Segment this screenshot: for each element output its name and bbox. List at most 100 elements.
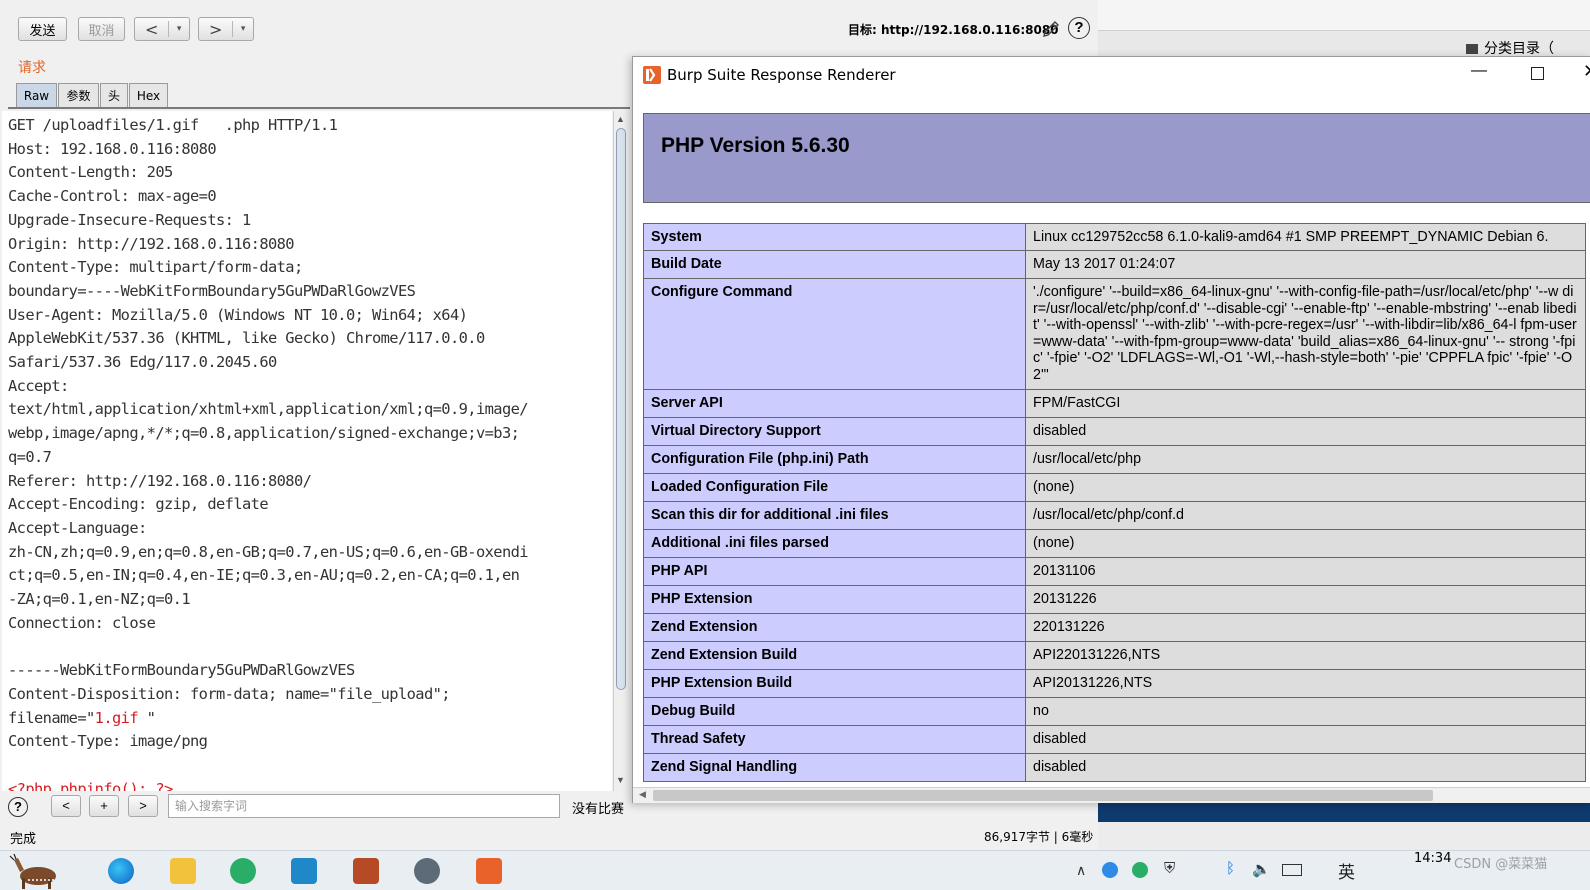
phpinfo-value: no xyxy=(1025,697,1586,726)
phpinfo-header: PHP Version 5.6.30 xyxy=(643,113,1590,203)
phpinfo-row: Build Date May 13 2017 01:24:07 xyxy=(643,250,1586,279)
tab-divider xyxy=(8,107,630,109)
burp-active-taskbar-icon[interactable] xyxy=(476,858,502,884)
request-text: GET /uploadfiles/1.gif .php HTTP/1.1 Hos… xyxy=(8,116,529,727)
tab-raw[interactable]: Raw xyxy=(16,83,57,107)
phpinfo-key: Thread Safety xyxy=(643,725,1026,754)
edit-target-icon[interactable] xyxy=(1040,18,1062,40)
background-statusbar xyxy=(1098,822,1590,850)
burp-taskbar-icon[interactable] xyxy=(353,858,379,884)
tab-params[interactable]: 参数 xyxy=(58,83,99,107)
battery-icon[interactable] xyxy=(1282,864,1302,876)
phpinfo-value: disabled xyxy=(1025,725,1586,754)
phpinfo-row: Zend Extension 220131226 xyxy=(643,613,1586,642)
phpinfo-key: System xyxy=(643,223,1026,251)
renderer-content[interactable]: PHP Version 5.6.30 System Linux cc129752c… xyxy=(633,113,1590,787)
phpinfo-row: Additional .ini files parsed (none) xyxy=(643,529,1586,558)
phpinfo-value: API220131226,NTS xyxy=(1025,641,1586,670)
wechat-tray-icon[interactable] xyxy=(1132,862,1148,878)
cloud-icon[interactable] xyxy=(1102,862,1118,878)
php-version-title: PHP Version 5.6.30 xyxy=(661,134,850,157)
close-icon[interactable]: ✕ xyxy=(1583,61,1590,82)
speaker-icon[interactable]: 🔈 xyxy=(1252,860,1271,878)
phpinfo-row: Loaded Configuration File (none) xyxy=(643,473,1586,502)
edge-browser-icon[interactable] xyxy=(108,858,134,884)
hscroll-thumb[interactable] xyxy=(653,790,1433,801)
search-help-icon[interactable]: ? xyxy=(8,797,28,817)
phpinfo-key: Zend Extension Build xyxy=(643,641,1026,670)
filename-value: 1.gif xyxy=(94,708,147,727)
maximize-icon[interactable] xyxy=(1531,67,1544,80)
phpinfo-key: Virtual Directory Support xyxy=(643,417,1026,446)
tab-hex[interactable]: Hex xyxy=(129,83,168,107)
php-payload: <?php phpinfo(); ?> xyxy=(8,779,173,791)
shield-icon[interactable]: ⛨ xyxy=(1164,860,1175,877)
phpinfo-key: Scan this dir for additional .ini files xyxy=(643,501,1026,530)
background-image-strip xyxy=(1098,800,1590,822)
phpinfo-row: PHP Extension 20131226 xyxy=(643,585,1586,614)
clock[interactable]: 14:34 xyxy=(1414,851,1451,866)
tab-headers[interactable]: 头 xyxy=(100,83,128,107)
search-prev-button[interactable]: < xyxy=(51,795,81,817)
phpinfo-row: Zend Extension Build API220131226,NTS xyxy=(643,641,1586,670)
phpinfo-key: Build Date xyxy=(643,250,1026,279)
phpinfo-row: System Linux cc129752cc58 6.1.0-kali9-amd… xyxy=(643,223,1586,251)
okapi-app-icon[interactable] xyxy=(8,852,66,889)
scrollbar-thumb[interactable] xyxy=(616,128,626,690)
phpinfo-row: Configure Command './configure' '--build=… xyxy=(643,278,1586,390)
phpinfo-value: /usr/local/etc/php xyxy=(1025,445,1586,474)
phpinfo-value: 20131106 xyxy=(1025,557,1586,586)
phpinfo-value: May 13 2017 01:24:07 xyxy=(1025,250,1586,279)
search-next-button[interactable]: > xyxy=(128,795,158,817)
send-button[interactable]: 发送 xyxy=(18,17,67,41)
phpinfo-row: Zend Signal Handling disabled xyxy=(643,753,1586,782)
phpinfo-value: disabled xyxy=(1025,753,1586,782)
renderer-titlebar[interactable]: Burp Suite Response Renderer — ✕ xyxy=(633,57,1590,91)
folder-icon xyxy=(1466,44,1478,54)
request-editor[interactable]: GET /uploadfiles/1.gif .php HTTP/1.1 Hos… xyxy=(2,111,612,791)
phpinfo-row: Scan this dir for additional .ini files /… xyxy=(643,501,1586,530)
dropdown-icon[interactable]: ▾ xyxy=(168,21,189,37)
phpinfo-row: Virtual Directory Support disabled xyxy=(643,417,1586,446)
app-icon[interactable] xyxy=(414,858,440,884)
scroll-up-icon[interactable]: ▲ xyxy=(616,114,625,124)
help-icon[interactable]: ? xyxy=(1068,17,1090,39)
forward-button[interactable]: > ▾ xyxy=(198,17,254,41)
ime-indicator[interactable]: 英 xyxy=(1338,858,1355,883)
cancel-button[interactable]: 取消 xyxy=(78,17,125,41)
phpinfo-key: Server API xyxy=(643,389,1026,418)
phpinfo-value: FPM/FastCGI xyxy=(1025,389,1586,418)
status-done: 完成 xyxy=(10,832,37,847)
watermark: CSDN @菜菜猫 xyxy=(1454,857,1548,872)
phpinfo-key: Configure Command xyxy=(643,278,1026,390)
back-button[interactable]: < ▾ xyxy=(134,17,190,41)
remote-desktop-icon[interactable] xyxy=(291,858,317,884)
phpinfo-value: (none) xyxy=(1025,473,1586,502)
target-label: 目标: http://192.168.0.116:8080 xyxy=(848,23,1059,37)
background-category-tab[interactable]: 分类目录（ xyxy=(1466,38,1590,58)
bluetooth-icon[interactable]: ᛒ xyxy=(1226,860,1235,877)
match-status: 没有比赛 xyxy=(572,802,625,817)
search-add-button[interactable]: + xyxy=(89,795,119,817)
response-size: 86,917字节 | 6毫秒 xyxy=(984,830,1094,844)
search-input[interactable]: 输入搜索字词 xyxy=(168,794,560,818)
phpinfo-key: Loaded Configuration File xyxy=(643,473,1026,502)
phpinfo-key: Configuration File (php.ini) Path xyxy=(643,445,1026,474)
chevron-up-icon[interactable]: ∧ xyxy=(1076,862,1086,879)
dropdown-icon[interactable]: ▾ xyxy=(232,21,253,37)
scroll-down-icon[interactable]: ▼ xyxy=(616,775,625,785)
phpinfo-key: PHP Extension xyxy=(643,585,1026,614)
file-explorer-icon[interactable] xyxy=(170,858,196,884)
phpinfo-row: Server API FPM/FastCGI xyxy=(643,389,1586,418)
phpinfo-key: Debug Build xyxy=(643,697,1026,726)
chevron-left-icon: < xyxy=(144,19,159,39)
phpinfo-value: Linux cc129752cc58 6.1.0-kali9-amd64 #1 … xyxy=(1025,223,1586,251)
response-renderer-window: Burp Suite Response Renderer — ✕ PHP Ver… xyxy=(632,56,1590,803)
phpinfo-key: PHP Extension Build xyxy=(643,669,1026,698)
scroll-left-icon[interactable]: ◀ xyxy=(639,789,646,800)
wechat-icon[interactable] xyxy=(230,858,256,884)
phpinfo-key: Zend Extension xyxy=(643,613,1026,642)
renderer-title: Burp Suite Response Renderer xyxy=(667,66,896,84)
phpinfo-value: './configure' '--build=x86_64-linux-gnu'… xyxy=(1025,278,1586,390)
minimize-icon[interactable]: — xyxy=(1471,62,1487,80)
